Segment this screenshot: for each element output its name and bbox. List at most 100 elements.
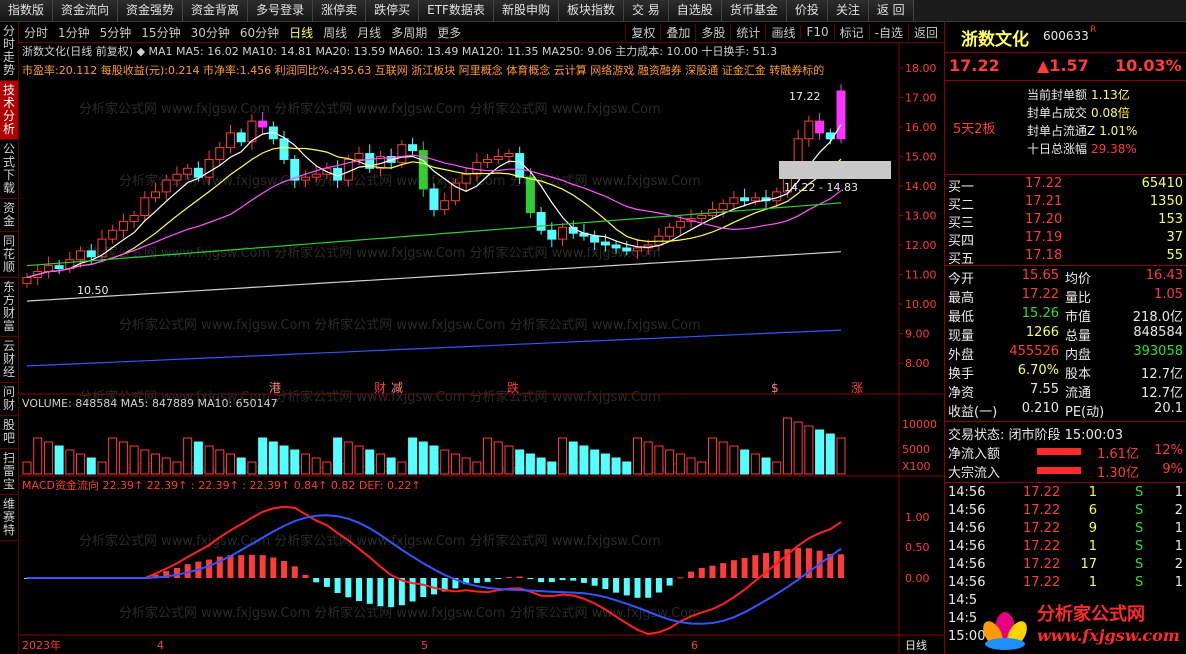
volume-tick: 10000 [902,418,937,431]
bid-price: 17.18 [1025,248,1063,263]
leftnav-item-8[interactable]: 股吧 [0,416,18,449]
event-mark[interactable]: 港 [269,381,281,395]
flow-pct: 9% [1162,462,1183,477]
leftnav-item-5[interactable]: 东方财富 [0,278,18,337]
macd-bar [173,567,180,578]
macd-bar [516,576,523,578]
toolbar-button-5[interactable]: 涨停卖 [313,0,367,21]
top-toolbar: 指数版 资金流向 资金强势 资金背离 多号登录 涨停卖 跌停买 ETF数据表 新股申购 板块指数交… [0,0,1186,22]
macd-bar [623,578,630,596]
period-3[interactable]: 15分钟 [136,24,185,41]
chart-tool-7[interactable]: -自选 [868,23,908,41]
chart-tool-0[interactable]: 复权 [625,23,660,41]
event-mark[interactable]: 财 [374,381,386,395]
toolbar-button-14[interactable]: 关注 [827,0,869,21]
toolbar-button-1[interactable]: 资金流向 [53,0,119,21]
stat-label-1: 换手 [948,367,975,382]
tick-row[interactable]: 14:56 17.22 1 S 1 [945,538,1186,557]
bid-volume: 153 [1158,212,1183,227]
bid-row[interactable]: 买三 17.20 153 [945,211,1186,231]
toolbar-button-10[interactable]: 交 易 [623,0,669,21]
tick-count: 1 [1174,485,1183,500]
leftnav-item-3[interactable]: 资金 [0,199,18,232]
chart-area[interactable]: 浙数文化(日线 前复权) ◆ MA1 MA5: 16.02 MA10: 14.8… [19,43,943,654]
toolbar-button-9[interactable]: 板块指数 [558,0,624,21]
candle-body [76,250,86,261]
volume-bar [675,453,685,475]
price-tick: 13.00 [905,210,937,223]
chart-tool-1[interactable]: 叠加 [660,23,695,41]
toolbar-button-8[interactable]: 新股申购 [493,0,559,21]
tick-row[interactable]: 14:56 17.22 6 S 2 [945,502,1186,521]
tick-row[interactable]: 14:56 17.22 1 S 1 [945,574,1186,593]
macd-bar [505,577,512,579]
stat-row: 今开 15.65 均价 16.43 [945,267,1186,287]
chart-tool-5[interactable]: F10 [800,25,833,39]
tick-row[interactable]: 14:56 17.22 1 S 1 [945,484,1186,503]
toolbar-button-0[interactable]: 指数版 [0,0,54,21]
period-4[interactable]: 30分钟 [186,24,235,41]
macd-bar [270,557,277,578]
toolbar-button-12[interactable]: 货币基金 [721,0,787,21]
toolbar-button-13[interactable]: 价投 [786,0,828,21]
period-2[interactable]: 5分钟 [95,24,137,41]
toolbar-button-7[interactable]: ETF数据表 [419,0,494,21]
tick-row[interactable]: 14:56 17.22 17 S 2 [945,556,1186,575]
chart-tool-3[interactable]: 统计 [730,23,765,41]
tick-side: S [1135,575,1144,590]
candle-body [22,276,32,284]
toolbar-button-4[interactable]: 多号登录 [248,0,314,21]
period-7[interactable]: 周线 [318,24,352,41]
period-5[interactable]: 60分钟 [235,24,284,41]
bid-row[interactable]: 买二 17.21 1350 [945,193,1186,213]
leftnav-item-7[interactable]: 问财 [0,383,18,416]
leftnav-item-2[interactable]: 公式下载 [0,140,18,199]
high-price-label: 17.22 [789,90,821,103]
macd-bar [580,578,587,583]
candle-body [97,238,107,258]
stock-code: 600633 [1043,29,1089,43]
period-10[interactable]: 更多 [432,24,466,41]
event-mark[interactable]: 跌 [507,380,519,395]
tick-price: 17.22 [1023,539,1061,554]
lotus-logo-icon [983,612,1027,650]
period-8[interactable]: 月线 [352,24,386,41]
period-9[interactable]: 多周期 [386,24,432,41]
bid-row[interactable]: 买五 17.18 55 [945,247,1186,267]
candle-body [804,120,814,140]
leftnav-item-10[interactable]: 维赛特 [0,495,18,541]
leftnav-item-0[interactable]: 分时走势 [0,22,18,81]
toolbar-button-11[interactable]: 自选股 [668,0,722,21]
volume-bar [65,449,75,475]
toolbar-button-15[interactable]: 返 回 [868,0,914,21]
watermark-url: www.fxjgsw.com [1037,626,1180,645]
event-mark[interactable]: 涨 [851,380,863,395]
bid-row[interactable]: 买四 17.19 37 [945,229,1186,249]
bid-row[interactable]: 买一 17.22 65410 [945,175,1186,195]
period-0[interactable]: 分时 [19,24,53,41]
chart-tool-8[interactable]: 返回 [907,23,943,41]
toolbar-button-2[interactable]: 资金强势 [118,0,184,21]
chart-tool-4[interactable]: 画线 [765,23,800,41]
macd-bar [548,578,555,583]
volume-bar [258,437,268,475]
period-1[interactable]: 1分钟 [53,24,95,41]
watermark-text: 分析家公式网 www.fxjgsw.Com 分析家公式网 www.fxjgsw.… [119,605,701,621]
candle-body [333,167,343,181]
chart-tool-6[interactable]: 标记 [833,23,869,41]
chart-tool-2[interactable]: 多股 [695,23,730,41]
leftnav-item-1[interactable]: 技术分析 [0,81,18,140]
toolbar-button-6[interactable]: 跌停买 [366,0,420,21]
macd-bar [377,578,384,607]
event-mark[interactable]: $ [771,381,779,395]
event-mark[interactable]: 减 [391,381,403,395]
volume-bar [86,457,96,475]
tick-time: 14:56 [948,521,986,536]
leftnav-item-9[interactable]: 扫雷宝 [0,449,18,495]
tick-row[interactable]: 14:56 17.22 9 S 1 [945,520,1186,539]
leftnav-item-4[interactable]: 同花顺 [0,232,18,278]
period-6[interactable]: 日线 [284,24,318,41]
leftnav-item-6[interactable]: 云财经 [0,337,18,383]
toolbar-button-3[interactable]: 资金背离 [183,0,249,21]
macd-bar [313,578,320,583]
